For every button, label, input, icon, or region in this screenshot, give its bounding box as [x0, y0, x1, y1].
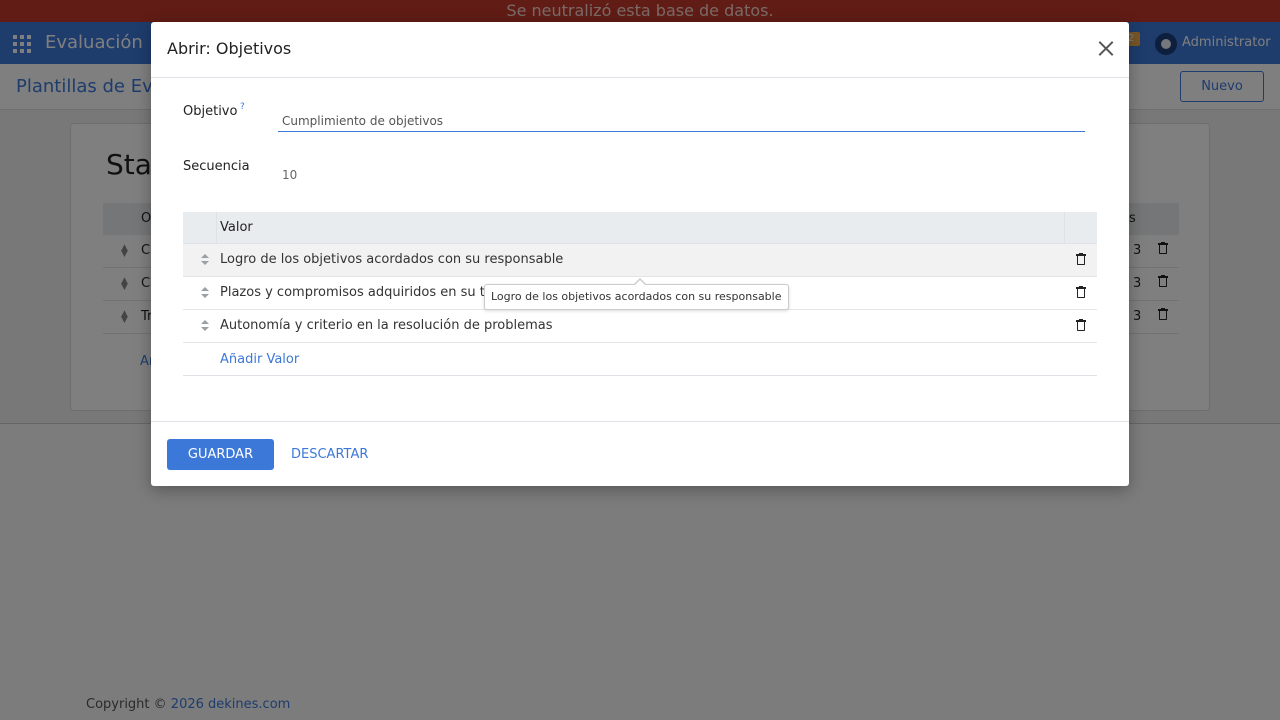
- dialog-footer: GUARDAR DESCARTAR: [151, 421, 1129, 486]
- dialog-title: Abrir: Objetivos: [167, 39, 292, 58]
- objetivo-label: Objetivo: [183, 104, 238, 119]
- row-value[interactable]: Autonomía y criterio en la resolución de…: [220, 318, 553, 333]
- close-icon[interactable]: [1097, 39, 1115, 57]
- row-value[interactable]: Logro de los objetivos acordados con su …: [220, 252, 563, 267]
- drag-handle-icon[interactable]: [201, 319, 209, 333]
- objetivo-input[interactable]: [278, 110, 1085, 132]
- column-header-valor[interactable]: Valor: [220, 220, 253, 235]
- add-value-link[interactable]: Añadir Valor: [220, 352, 299, 367]
- table-bottom-border: [183, 375, 1097, 376]
- discard-button[interactable]: DESCARTAR: [291, 439, 368, 470]
- secuencia-input[interactable]: 10: [282, 168, 297, 182]
- trash-icon[interactable]: [1076, 319, 1086, 332]
- row-value[interactable]: Plazos y compromisos adquiridos en su t: [220, 285, 485, 300]
- table-row[interactable]: Logro de los objetivos acordados con su …: [183, 244, 1097, 277]
- row-tooltip: Logro de los objetivos acordados con su …: [484, 278, 789, 310]
- dialog-header: Abrir: Objetivos: [151, 22, 1129, 78]
- save-button[interactable]: GUARDAR: [167, 439, 274, 470]
- trash-icon[interactable]: [1076, 286, 1086, 299]
- drag-handle-icon[interactable]: [201, 253, 209, 267]
- secuencia-label: Secuencia: [183, 159, 250, 174]
- trash-icon[interactable]: [1076, 253, 1086, 266]
- values-table-header: Valor: [183, 212, 1097, 244]
- help-icon[interactable]: ?: [240, 102, 245, 112]
- edit-dialog: Abrir: Objetivos Objetivo ? Secuencia 10…: [151, 22, 1129, 486]
- drag-handle-icon[interactable]: [201, 286, 209, 300]
- table-row[interactable]: Autonomía y criterio en la resolución de…: [183, 310, 1097, 343]
